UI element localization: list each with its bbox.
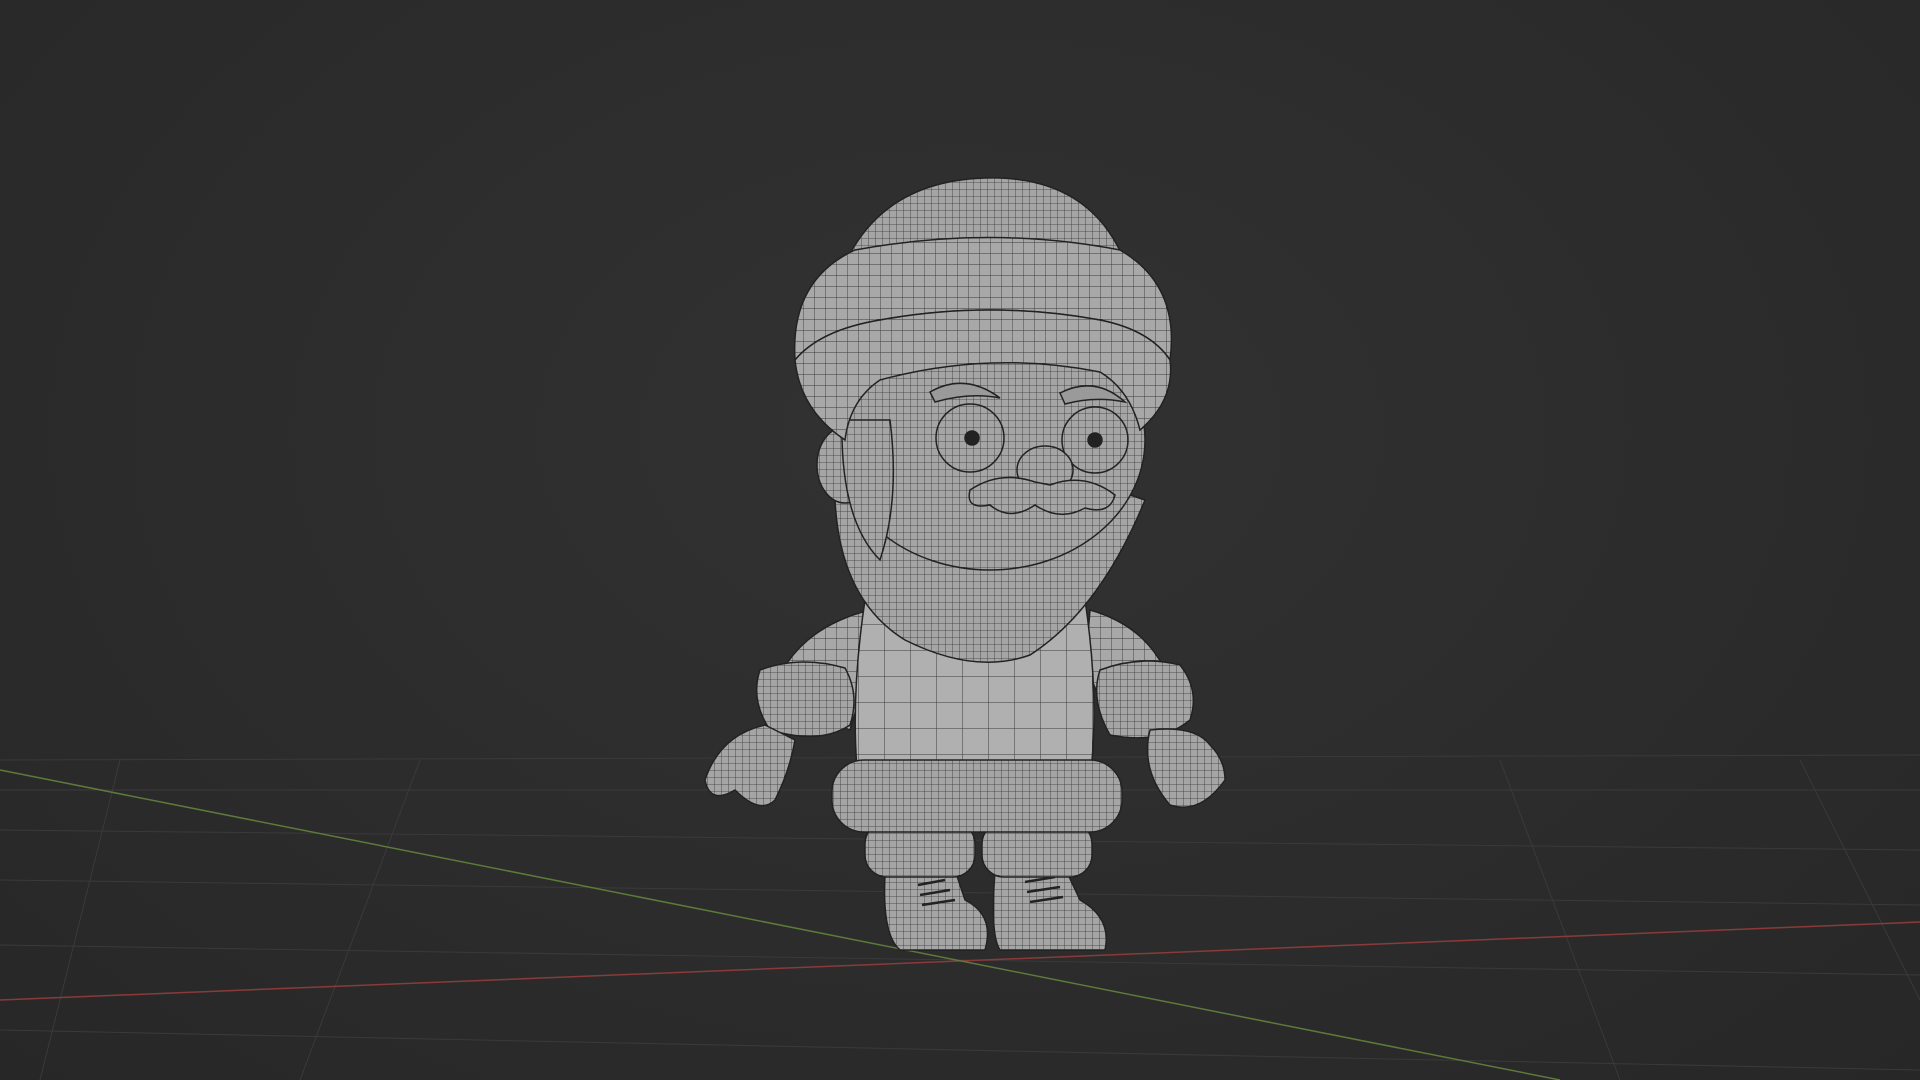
3d-viewport[interactable] [0, 0, 1920, 1080]
character-model[interactable] [700, 170, 1240, 960]
right-pupil [1087, 432, 1103, 448]
right-cuff[interactable] [1095, 660, 1195, 739]
left-pupil [964, 430, 980, 446]
right-boot[interactable] [992, 867, 1107, 951]
left-cuff[interactable] [755, 661, 855, 738]
sweater-hem[interactable] [831, 759, 1123, 833]
y-axis-line [0, 769, 1561, 1080]
left-mitten[interactable] [704, 724, 796, 807]
viewport-canvas[interactable] [0, 0, 1920, 1080]
right-mitten[interactable] [1146, 728, 1226, 808]
